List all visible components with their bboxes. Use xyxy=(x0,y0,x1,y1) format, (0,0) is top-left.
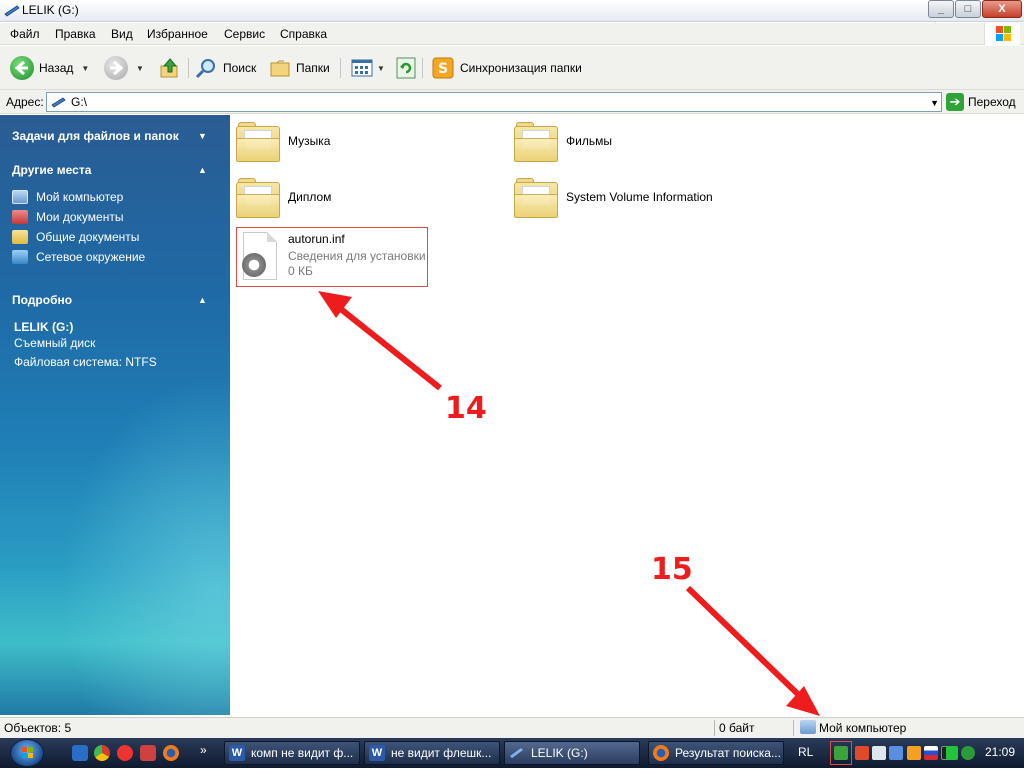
task-label: комп не видит ф... xyxy=(251,746,354,760)
tray-icon[interactable] xyxy=(907,746,921,760)
tray-icon[interactable] xyxy=(855,746,869,760)
annotation-14: 14 xyxy=(445,391,487,426)
status-objects: Объектов: 5 xyxy=(4,721,72,735)
task-label: Результат поиска... xyxy=(675,746,781,760)
explorer-window: LELIK (G:) _ □ X Файл Правка Вид Избранн… xyxy=(0,0,1024,738)
status-bar: Объектов: 5 0 байт Мой компьютер xyxy=(0,717,1024,738)
annotation-arrows xyxy=(318,291,820,716)
language-indicator[interactable]: RL xyxy=(798,745,813,759)
safely-remove-hardware-icon[interactable] xyxy=(834,746,848,760)
taskbar-task[interactable]: W комп не видит ф... xyxy=(224,741,360,765)
flag-icon[interactable] xyxy=(924,746,938,760)
opera-icon[interactable] xyxy=(117,745,133,761)
task-label: LELIK (G:) xyxy=(531,746,588,760)
clock[interactable]: 21:09 xyxy=(985,745,1015,759)
show-desktop-icon[interactable] xyxy=(72,745,88,761)
info-icon[interactable] xyxy=(961,746,975,760)
computer-icon xyxy=(800,720,816,734)
firefox-icon xyxy=(653,745,669,761)
status-size: 0 байт xyxy=(719,721,755,735)
status-location: Мой компьютер xyxy=(819,721,907,735)
battery-icon[interactable] xyxy=(946,746,958,760)
task-label: не видит флешк... xyxy=(391,746,492,760)
firefox-icon[interactable] xyxy=(163,745,179,761)
taskbar-task[interactable]: Результат поиска... xyxy=(648,741,784,765)
drive-icon xyxy=(510,748,523,758)
word-icon: W xyxy=(369,745,385,761)
tray-icon[interactable] xyxy=(872,746,886,760)
taskbar: » W комп не видит ф... W не видит флешк.… xyxy=(0,738,1024,768)
word-icon: W xyxy=(229,745,245,761)
taskbar-task[interactable]: W не видит флешк... xyxy=(364,741,500,765)
start-button[interactable] xyxy=(10,739,44,767)
quicklaunch-expand-icon[interactable]: » xyxy=(200,743,207,757)
taskbar-task-active[interactable]: LELIK (G:) xyxy=(504,741,640,765)
floppy-icon[interactable] xyxy=(140,745,156,761)
network-icon[interactable] xyxy=(889,746,903,760)
chrome-icon[interactable] xyxy=(94,745,110,761)
annotation-15: 15 xyxy=(651,552,693,587)
windows-logo-icon xyxy=(22,747,33,758)
